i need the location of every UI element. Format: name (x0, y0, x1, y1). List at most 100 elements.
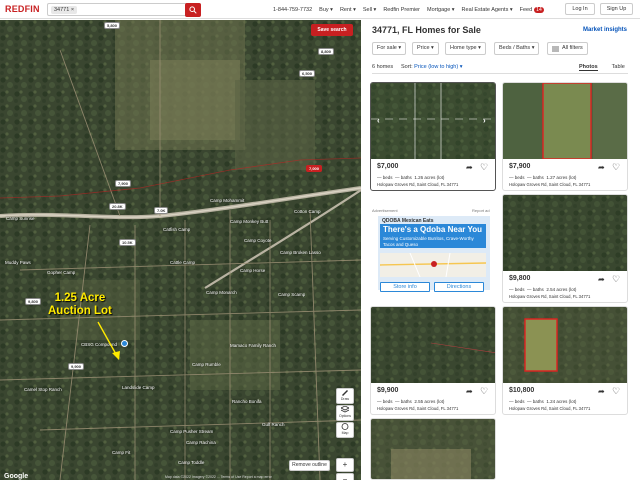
zoom-in-button[interactable]: + (336, 458, 354, 472)
favorite-heart-icon[interactable]: ♡ (612, 274, 620, 285)
price-pin[interactable]: 20.8K (109, 203, 126, 210)
price-pin[interactable]: 7,900 (115, 180, 132, 187)
directions-button[interactable]: Directions (434, 282, 484, 292)
beds-baths-filter[interactable]: Beds / Baths ▾ (494, 42, 540, 55)
favorite-heart-icon[interactable]: ♡ (480, 162, 488, 173)
sort-value[interactable]: Price (low to high) ▾ (414, 64, 462, 70)
listing-stats: — beds — baths 1.24 acres (lot) (509, 399, 576, 404)
price-pin[interactable]: 5,800 (104, 22, 121, 29)
listing-address[interactable]: Holopaw Groves Rd, Saint Cloud, FL 34771 (509, 406, 590, 411)
listing-photo[interactable] (371, 419, 496, 480)
search-location-chip[interactable]: 34771 × (51, 6, 78, 14)
advertisement[interactable]: Advertisement Report ad QDOBA Mexican Ea… (372, 208, 490, 292)
listing-card[interactable]: $9,900 ➦ ♡ — beds — baths 2.55 acres (lo… (370, 306, 496, 415)
previous-photo-arrow-icon[interactable]: ‹ (377, 116, 380, 125)
listing-price: $9,800 (509, 275, 531, 282)
tab-table[interactable]: Table (612, 64, 625, 71)
store-info-button[interactable]: Store info (380, 282, 430, 292)
price-pin[interactable]: 9,800 (25, 298, 42, 305)
report-ad-link[interactable]: Report ad (472, 208, 490, 213)
share-icon[interactable]: ➦ (466, 163, 473, 172)
all-filters-button[interactable]: All filters (547, 42, 588, 55)
beds-value: — beds (377, 399, 393, 404)
listing-card[interactable]: $10,800 ➦ ♡ — beds — baths 1.24 acres (l… (502, 306, 628, 415)
remove-outline-button[interactable]: Remove outline (289, 460, 330, 471)
options-label: Options (338, 414, 352, 418)
favorite-heart-icon[interactable]: ♡ (480, 386, 488, 397)
nav-rent[interactable]: Rent ▾ (340, 7, 356, 13)
listing-address[interactable]: Holopaw Groves Rd, Saint Cloud, FL 34771 (377, 406, 458, 411)
home-type-filter[interactable]: Home type ▾ (445, 42, 486, 55)
price-pin[interactable]: 7.0K (154, 207, 169, 214)
price-pin[interactable]: 9,900 (68, 363, 85, 370)
sort-control[interactable]: Sort: Price (low to high) ▾ (401, 64, 462, 70)
market-insights-link[interactable]: Market insights (583, 27, 627, 33)
search-box[interactable]: 34771 × (47, 3, 201, 16)
search-button[interactable] (185, 3, 201, 17)
listing-address[interactable]: Holopaw Groves Rd, Saint Cloud, FL 34771 (509, 294, 590, 299)
share-icon[interactable]: ➦ (598, 275, 605, 284)
map-place-label: Camp Monarch (206, 290, 237, 295)
phone-number[interactable]: 1-844-759-7732 (273, 7, 312, 13)
map-place-label: Mamaco Family Ranch (230, 343, 277, 348)
lot-size: 1.26 acres (lot) (414, 175, 445, 180)
map-place-label: Camp Toddle (178, 460, 205, 465)
price-pin[interactable]: 8,800 (318, 48, 335, 55)
draw-label: Draw (340, 397, 350, 401)
map-place-label: Gopher Camp (47, 270, 76, 275)
map-place-label: Gulf Ranch (262, 422, 285, 427)
nav-mortgage[interactable]: Mortgage ▾ (427, 7, 455, 13)
share-icon[interactable]: ➦ (598, 163, 605, 172)
listing-card[interactable] (370, 418, 496, 480)
listing-photo[interactable] (503, 83, 628, 159)
price-filter[interactable]: Price ▾ (412, 42, 439, 55)
save-search-button[interactable]: Save search (311, 24, 353, 36)
main-nav: 1-844-759-7732 Buy ▾ Rent ▾ Sell ▾ Redfi… (273, 0, 544, 19)
listing-card[interactable]: ‹ › $7,000 ➦ ♡ — beds — baths 1.26 acres… (370, 82, 496, 191)
nav-feed-label: Feed (519, 6, 533, 13)
map-type-button[interactable]: Map (336, 422, 354, 438)
login-button[interactable]: Log In (565, 3, 595, 15)
share-icon[interactable]: ➦ (598, 387, 605, 396)
listing-photo[interactable] (371, 307, 496, 383)
nav-redfin-premier[interactable]: Redfin Premier (383, 7, 420, 13)
listing-address[interactable]: Holopaw Groves Rd, Saint Cloud, FL 34771 (509, 182, 590, 187)
options-button[interactable]: Options (336, 405, 354, 421)
zoom-out-button[interactable]: − (336, 473, 354, 480)
ad-banner[interactable]: QDOBA Mexican Eats There's a Qdoba Near … (378, 216, 490, 292)
redfin-logo[interactable]: REDFIN (5, 4, 45, 14)
price-pin-selected[interactable]: 7,000 (306, 165, 323, 172)
for-sale-filter[interactable]: For sale ▾ (372, 42, 407, 55)
search-input[interactable] (82, 5, 182, 15)
sort-label: Sort: (401, 64, 413, 70)
beds-value: — beds (509, 175, 525, 180)
map-place-label: Catfish Camp (163, 227, 191, 232)
listing-card[interactable]: $7,900 ➦ ♡ — beds — baths 1.27 acres (lo… (502, 82, 628, 191)
favorite-heart-icon[interactable]: ♡ (612, 386, 620, 397)
directions-label: Directions (446, 284, 472, 290)
nav-real-estate-agents[interactable]: Real Estate Agents ▾ (462, 7, 513, 13)
price-pin[interactable]: 10.5K (119, 239, 136, 246)
share-icon[interactable]: ➦ (466, 387, 473, 396)
draw-button[interactable]: Draw (336, 388, 354, 404)
map-place-label: Camp Fit (112, 450, 131, 455)
baths-value: — baths (395, 175, 412, 180)
map-view[interactable]: Gopher Camp CBSG Compound Camel Stop Ran… (0, 20, 361, 480)
selected-lot-marker[interactable] (121, 340, 128, 347)
tab-photos[interactable]: Photos (579, 64, 598, 71)
signup-button[interactable]: Sign Up (600, 3, 633, 15)
baths-value: — baths (527, 175, 544, 180)
nav-buy[interactable]: Buy ▾ (319, 7, 333, 13)
price-pin[interactable]: 6,500 (299, 70, 316, 77)
listing-photo[interactable] (503, 195, 628, 271)
listing-address[interactable]: Holopaw Groves Rd, Saint Cloud, FL 34771 (377, 182, 458, 187)
nav-sell[interactable]: Sell ▾ (363, 7, 376, 13)
listing-card[interactable]: $9,800 ➦ ♡ — beds — baths 2.54 acres (lo… (502, 194, 628, 303)
listing-photo[interactable] (371, 83, 496, 159)
nav-feed[interactable]: Feed 14 (519, 6, 544, 13)
favorite-heart-icon[interactable]: ♡ (612, 162, 620, 173)
listing-photo[interactable] (503, 307, 628, 383)
feed-count-badge: 14 (534, 6, 544, 13)
next-photo-arrow-icon[interactable]: › (483, 116, 486, 125)
map-attribution: Map data ©2022 Imagery ©2022 ... Terms o… (165, 475, 272, 479)
